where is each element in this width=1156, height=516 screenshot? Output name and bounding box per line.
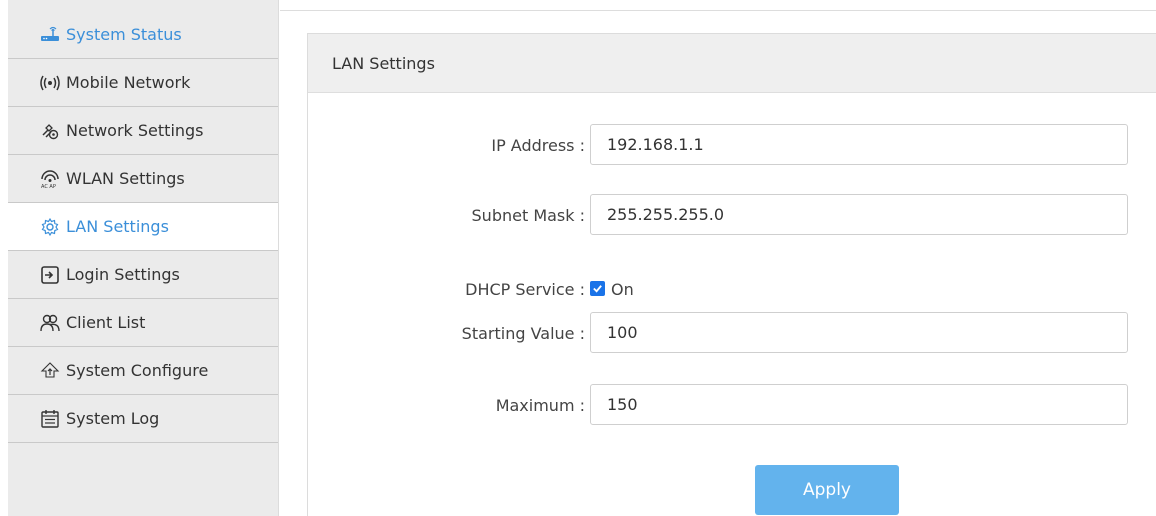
sidebar-item-label: Client List — [66, 313, 146, 332]
upload-cloud-icon — [40, 361, 60, 381]
ip-address-label: IP Address : — [491, 136, 585, 155]
router-icon — [40, 24, 60, 44]
sidebar-item-inner: Login Settings — [40, 265, 180, 285]
sidebar-item-system-configure[interactable]: System Configure — [8, 347, 278, 395]
sidebar-item-inner: System Log — [40, 409, 159, 429]
sidebar-item-label: System Log — [66, 409, 160, 428]
sidebar-item-label: Network Settings — [66, 121, 204, 140]
users-icon — [40, 313, 60, 333]
starting-value-value: 100 — [607, 323, 638, 342]
sidebar-item-network-settings[interactable]: Network Settings — [8, 107, 278, 155]
sidebar: System Status Mobile Network Network Set… — [8, 0, 279, 516]
ip-address-value: 192.168.1.1 — [607, 135, 704, 154]
apply-button[interactable]: Apply — [755, 465, 899, 515]
top-divider — [280, 10, 1156, 11]
svg-text:AC AP: AC AP — [41, 184, 56, 189]
maximum-input[interactable]: 150 — [590, 384, 1128, 425]
check-icon — [593, 285, 602, 293]
dhcp-on-label: On — [611, 280, 634, 299]
sidebar-item-inner: Mobile Network — [40, 73, 190, 93]
sidebar-item-system-status[interactable]: System Status — [8, 0, 278, 59]
sidebar-item-label: Login Settings — [66, 265, 180, 284]
maximum-label: Maximum : — [495, 396, 585, 415]
gear-icon — [40, 217, 60, 237]
sidebar-item-wlan-settings[interactable]: AC AP WLAN Settings — [8, 155, 278, 203]
dhcp-service-label: DHCP Service : — [465, 280, 585, 299]
sidebar-item-inner: System Configure — [40, 361, 208, 381]
sidebar-item-inner: Network Settings — [40, 121, 204, 141]
sidebar-item-label: Mobile Network — [66, 73, 191, 92]
sidebar-item-label: LAN Settings — [66, 217, 169, 236]
starting-value-input[interactable]: 100 — [590, 312, 1128, 353]
sidebar-item-inner: AC AP WLAN Settings — [40, 169, 185, 189]
dhcp-checkbox[interactable] — [590, 281, 605, 296]
sidebar-item-label: System Configure — [66, 361, 209, 380]
sidebar-item-label: WLAN Settings — [66, 169, 185, 188]
ip-address-input[interactable]: 192.168.1.1 — [590, 124, 1128, 165]
sidebar-item-system-log[interactable]: System Log — [8, 395, 278, 443]
sidebar-item-label: System Status — [66, 24, 182, 44]
sidebar-item-inner: System Status — [40, 24, 182, 44]
starting-value-label: Starting Value : — [461, 324, 585, 343]
login-icon — [40, 265, 60, 285]
subnet-mask-label: Subnet Mask : — [471, 206, 585, 225]
calendar-log-icon — [40, 409, 60, 429]
sidebar-item-inner: LAN Settings — [40, 217, 169, 237]
lan-settings-panel: LAN Settings — [307, 33, 1156, 516]
network-settings-icon — [40, 121, 60, 141]
sidebar-item-lan-settings[interactable]: LAN Settings — [8, 203, 278, 251]
wifi-icon: AC AP — [40, 169, 60, 189]
router-admin-app: System Status Mobile Network Network Set… — [0, 0, 1156, 516]
sidebar-item-client-list[interactable]: Client List — [8, 299, 278, 347]
subnet-mask-input[interactable]: 255.255.255.0 — [590, 194, 1128, 235]
sidebar-item-mobile-network[interactable]: Mobile Network — [8, 59, 278, 107]
panel-title: LAN Settings — [308, 34, 1156, 93]
signal-icon — [40, 73, 60, 93]
subnet-mask-value: 255.255.255.0 — [607, 205, 725, 224]
sidebar-item-inner: Client List — [40, 313, 145, 333]
sidebar-item-login-settings[interactable]: Login Settings — [8, 251, 278, 299]
maximum-value: 150 — [607, 395, 638, 414]
